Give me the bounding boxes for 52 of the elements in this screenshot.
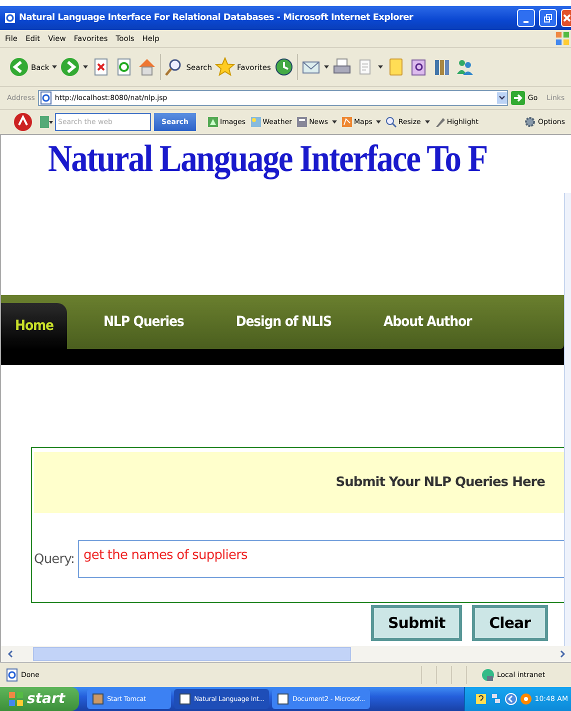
dropdown-arrow-icon[interactable] — [52, 65, 58, 69]
ask-logo-icon[interactable] — [13, 112, 33, 132]
arrow-icon — [510, 91, 525, 105]
horizontal-scrollbar[interactable] — [0, 646, 571, 662]
star-icon — [215, 57, 235, 77]
gear-icon — [524, 116, 536, 128]
highlighter-icon — [434, 116, 446, 128]
record-icon[interactable] — [520, 693, 532, 705]
browser-icon — [4, 12, 16, 24]
query-label: Query: — [34, 552, 75, 566]
restore-button[interactable] — [539, 9, 557, 27]
restore-icon — [543, 13, 553, 23]
window-icon — [277, 693, 290, 705]
weather-icon — [250, 116, 262, 128]
windows-logo-icon — [555, 31, 570, 46]
query-field[interactable]: get the names of suppliers — [78, 540, 564, 578]
window-title: Natural Language Interface For Relational Databases - Microsoft Internet Explorer — [19, 13, 414, 23]
clear-button[interactable]: Clear — [472, 605, 548, 641]
people-icon[interactable] — [454, 57, 475, 77]
close-button[interactable] — [561, 9, 571, 27]
nav-tab[interactable]: About Author — [357, 295, 498, 349]
dropdown-arrow-icon[interactable] — [332, 120, 337, 124]
dropdown-arrow-icon[interactable] — [324, 65, 329, 69]
nav-tab[interactable]: Design of NLIS — [210, 295, 358, 349]
window-icon — [92, 693, 104, 705]
page-icon — [38, 91, 53, 105]
windows-logo-icon — [8, 691, 24, 707]
arrow-circle-icon[interactable] — [504, 693, 517, 705]
vertical-scrollbar[interactable] — [564, 193, 571, 646]
nav-tab[interactable]: NLP Queries — [77, 295, 210, 349]
close-icon — [562, 13, 571, 23]
picture-icon — [207, 116, 219, 128]
dropdown-arrow-icon[interactable] — [83, 65, 88, 69]
map-icon — [340, 116, 353, 128]
dropdown-arrow-icon[interactable] — [424, 120, 430, 124]
scrollbar-thumb[interactable] — [33, 647, 351, 661]
page-heading: Natural Language Interface To F — [48, 137, 488, 181]
history-icon[interactable] — [274, 57, 294, 77]
dropdown-arrow-icon[interactable] — [378, 65, 383, 69]
window-icon — [179, 693, 192, 705]
home-icon[interactable] — [137, 57, 158, 77]
globe-icon — [481, 668, 495, 682]
news-icon — [296, 116, 308, 128]
panel-title: Submit Your NLP Queries Here — [336, 475, 545, 490]
zoom-icon — [385, 116, 398, 128]
minimize-button[interactable] — [517, 9, 535, 27]
submit-button[interactable]: Submit — [371, 605, 462, 641]
page-icon — [5, 668, 19, 682]
help-icon[interactable] — [474, 693, 487, 705]
dropdown-arrow-icon[interactable] — [376, 120, 382, 124]
minimize-icon — [523, 21, 529, 23]
nav-tab[interactable]: Home — [1, 303, 68, 349]
